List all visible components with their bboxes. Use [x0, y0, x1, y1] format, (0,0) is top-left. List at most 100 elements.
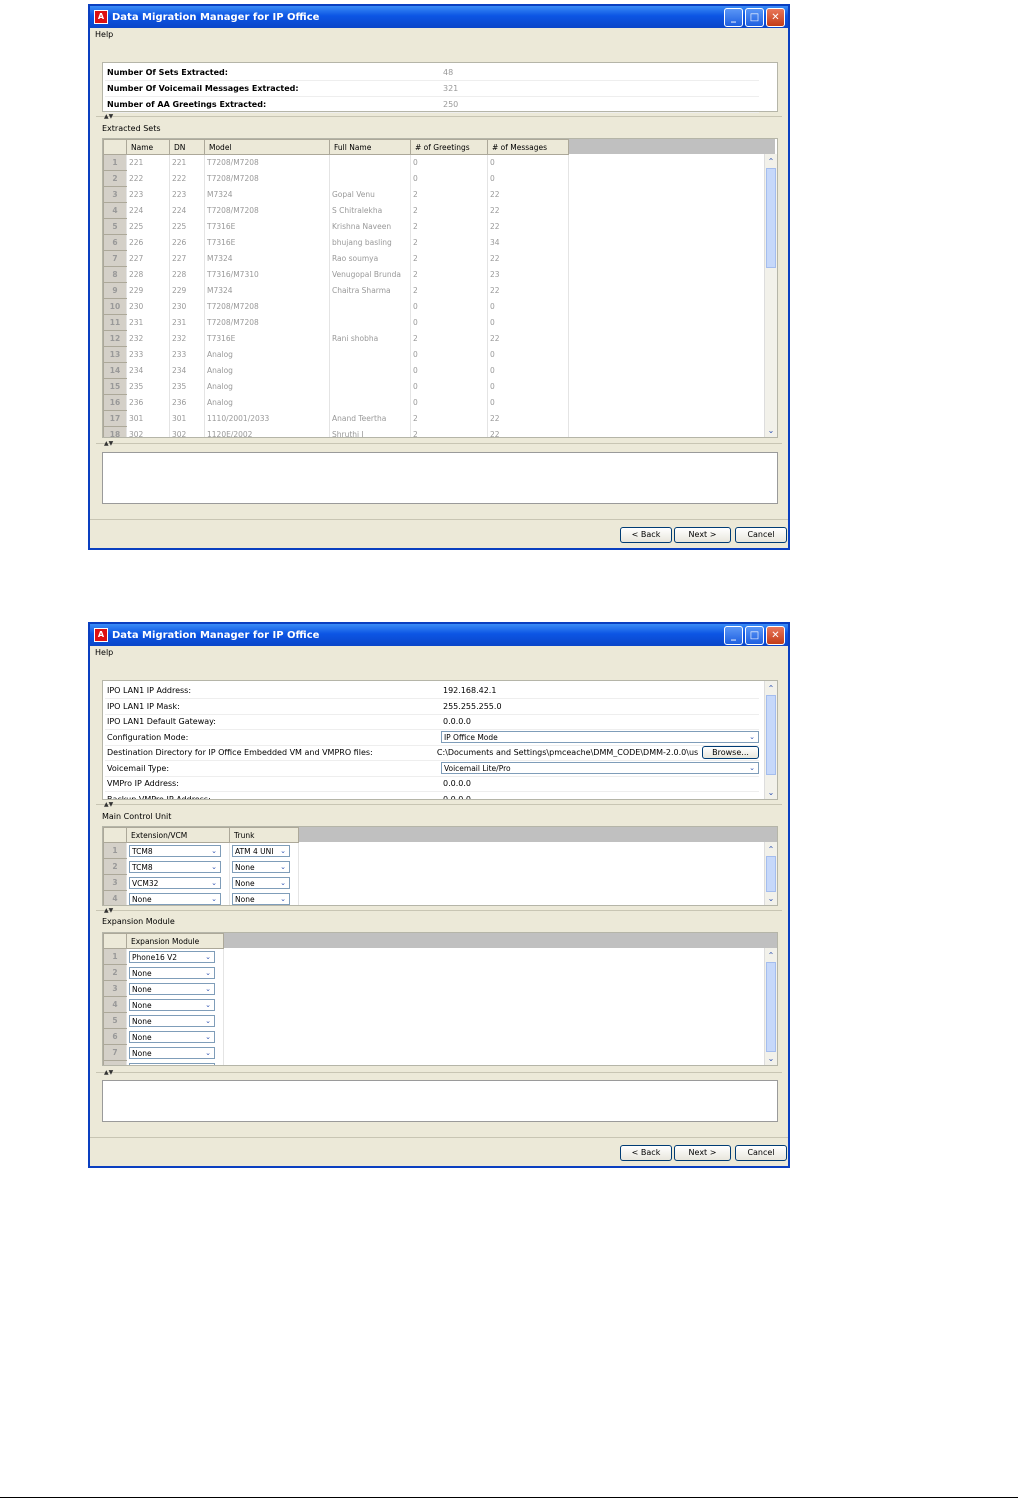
table-row[interactable]: 1 221 221 T7208/M7208 0 0	[103, 154, 569, 171]
title-bar[interactable]: A Data Migration Manager for IP Office _…	[90, 624, 788, 646]
chevron-down-icon[interactable]: ⌄	[208, 862, 220, 872]
cell-select[interactable]: None ⌄	[129, 998, 215, 1011]
table-row[interactable]: 1 TCM8 ⌄ ATM 4 UNI ⌄	[103, 842, 299, 859]
chevron-down-icon[interactable]: ⌄	[202, 1032, 214, 1042]
scroll-up-icon[interactable]: ⌃	[765, 683, 777, 695]
cell-select[interactable]: None ⌄	[232, 876, 290, 889]
table-row[interactable]: 4 None ⌄	[103, 996, 224, 1013]
title-bar[interactable]: A Data Migration Manager for IP Office _…	[90, 6, 788, 28]
table-row[interactable]: 13 233 233 Analog 0 0	[103, 346, 569, 363]
cell-select[interactable]: None ⌄	[129, 1014, 215, 1027]
cell-select[interactable]: VCM32 ⌄	[129, 876, 221, 889]
scroll-down-icon[interactable]: ⌄	[765, 787, 777, 799]
table-row[interactable]: 18 302 302 1120E/2002 Shruthi J 2 22	[103, 426, 569, 437]
column-header[interactable]: Full Name	[329, 139, 411, 155]
vertical-scrollbar[interactable]: ⌃ ⌄	[764, 154, 777, 437]
cancel-button[interactable]: Cancel	[735, 1145, 787, 1161]
browse-button[interactable]: Browse...	[702, 746, 760, 759]
chevron-down-icon[interactable]: ⌄	[202, 984, 214, 994]
column-header[interactable]: DN	[169, 139, 205, 155]
chevron-down-icon[interactable]: ⌄	[202, 1048, 214, 1058]
scroll-thumb[interactable]	[766, 168, 776, 268]
chevron-down-icon[interactable]: ⌄	[277, 862, 289, 872]
vertical-scrollbar[interactable]: ⌃ ⌄	[764, 681, 777, 799]
column-header[interactable]: Model	[204, 139, 330, 155]
column-header[interactable]: Expansion Module	[126, 933, 224, 949]
back-button[interactable]: < Back	[620, 527, 672, 543]
cell-select[interactable]: TCM8 ⌄	[129, 844, 221, 857]
scroll-thumb[interactable]	[766, 962, 776, 1052]
next-button[interactable]: Next >	[674, 1145, 731, 1161]
table-row[interactable]: 10 230 230 T7208/M7208 0 0	[103, 298, 569, 315]
chevron-down-icon[interactable]: ⌄	[202, 1064, 214, 1066]
chevron-down-icon[interactable]: ⌄	[202, 1016, 214, 1026]
table-row[interactable]: 7 None ⌄	[103, 1044, 224, 1061]
table-row[interactable]: 17 301 301 1110/2001/2033 Anand Teertha 2 22	[103, 410, 569, 427]
chevron-down-icon[interactable]: ⌄	[202, 952, 214, 962]
table-row[interactable]: 5 None ⌄	[103, 1012, 224, 1029]
chevron-down-icon[interactable]: ⌄	[208, 846, 220, 856]
scroll-down-icon[interactable]: ⌄	[765, 425, 777, 437]
chevron-down-icon[interactable]: ⌄	[202, 968, 214, 978]
table-row[interactable]: 2 222 222 T7208/M7208 0 0	[103, 170, 569, 187]
cell-select[interactable]: TCM8 ⌄	[129, 860, 221, 873]
cell-select[interactable]: None ⌄	[232, 860, 290, 873]
chevron-down-icon[interactable]: ⌄	[202, 1000, 214, 1010]
table-row[interactable]: 9 229 229 M7324 Chaitra Sharma 2 22	[103, 282, 569, 299]
table-row[interactable]: 8 None ⌄	[103, 1060, 224, 1066]
cell-select[interactable]: None ⌄	[129, 892, 221, 905]
table-row[interactable]: 7 227 227 M7324 Rao soumya 2 22	[103, 250, 569, 267]
table-row[interactable]: 15 235 235 Analog 0 0	[103, 378, 569, 395]
setting-select[interactable]: IP Office Mode ⌄	[440, 731, 759, 743]
minimize-button[interactable]: _	[724, 626, 743, 645]
maximize-button[interactable]: □	[745, 8, 764, 27]
table-row[interactable]: 11 231 231 T7208/M7208 0 0	[103, 314, 569, 331]
chevron-down-icon[interactable]: ⌄	[208, 878, 220, 888]
column-header[interactable]: Name	[126, 139, 170, 155]
scroll-thumb[interactable]	[766, 695, 776, 775]
table-row[interactable]: 4 None ⌄ None ⌄	[103, 890, 299, 905]
scroll-thumb[interactable]	[766, 856, 776, 892]
maximize-button[interactable]: □	[745, 626, 764, 645]
menu-help[interactable]: Help	[95, 30, 113, 39]
setting-select[interactable]: Voicemail Lite/Pro ⌄	[440, 762, 759, 774]
chevron-down-icon[interactable]: ⌄	[277, 894, 289, 904]
cell-select[interactable]: None ⌄	[129, 982, 215, 995]
chevron-down-icon[interactable]: ⌄	[746, 763, 758, 773]
cell-select[interactable]: Phone16 V2 ⌄	[129, 950, 215, 963]
table-row[interactable]: 2 None ⌄	[103, 964, 224, 981]
cell-select[interactable]: None ⌄	[129, 966, 215, 979]
minimize-button[interactable]: _	[724, 8, 743, 27]
next-button[interactable]: Next >	[674, 527, 731, 543]
table-row[interactable]: 1 Phone16 V2 ⌄	[103, 948, 224, 965]
splitter[interactable]: ▲▼	[96, 440, 782, 449]
table-row[interactable]: 14 234 234 Analog 0 0	[103, 362, 569, 379]
column-header[interactable]: Extension/VCM	[126, 827, 230, 843]
chevron-down-icon[interactable]: ⌄	[277, 846, 289, 856]
cell-select[interactable]: None ⌄	[129, 1046, 215, 1059]
cell-select[interactable]: None ⌄	[232, 892, 290, 905]
close-button[interactable]: ✕	[766, 8, 785, 27]
close-button[interactable]: ✕	[766, 626, 785, 645]
cell-select[interactable]: None ⌄	[129, 1062, 215, 1066]
table-row[interactable]: 16 236 236 Analog 0 0	[103, 394, 569, 411]
splitter[interactable]: ▲▼	[96, 1069, 782, 1078]
table-row[interactable]: 3 223 223 M7324 Gopal Venu 2 22	[103, 186, 569, 203]
splitter[interactable]: ▲▼	[96, 113, 782, 122]
chevron-down-icon[interactable]: ⌄	[208, 894, 220, 904]
chevron-down-icon[interactable]: ⌄	[277, 878, 289, 888]
splitter[interactable]: ▲▼	[96, 907, 782, 916]
table-row[interactable]: 3 VCM32 ⌄ None ⌄	[103, 874, 299, 891]
scroll-up-icon[interactable]: ⌃	[765, 950, 777, 962]
cancel-button[interactable]: Cancel	[735, 527, 787, 543]
table-row[interactable]: 12 232 232 T7316E Rani shobha 2 22	[103, 330, 569, 347]
cell-select[interactable]: ATM 4 UNI ⌄	[232, 844, 290, 857]
table-row[interactable]: 5 225 225 T7316E Krishna Naveen 2 22	[103, 218, 569, 235]
table-row[interactable]: 6 None ⌄	[103, 1028, 224, 1045]
cell-select[interactable]: None ⌄	[129, 1030, 215, 1043]
table-row[interactable]: 2 TCM8 ⌄ None ⌄	[103, 858, 299, 875]
back-button[interactable]: < Back	[620, 1145, 672, 1161]
table-row[interactable]: 4 224 224 T7208/M7208 S Chitralekha 2 22	[103, 202, 569, 219]
scroll-down-icon[interactable]: ⌄	[765, 1053, 777, 1065]
vertical-scrollbar[interactable]: ⌃ ⌄	[764, 842, 777, 905]
